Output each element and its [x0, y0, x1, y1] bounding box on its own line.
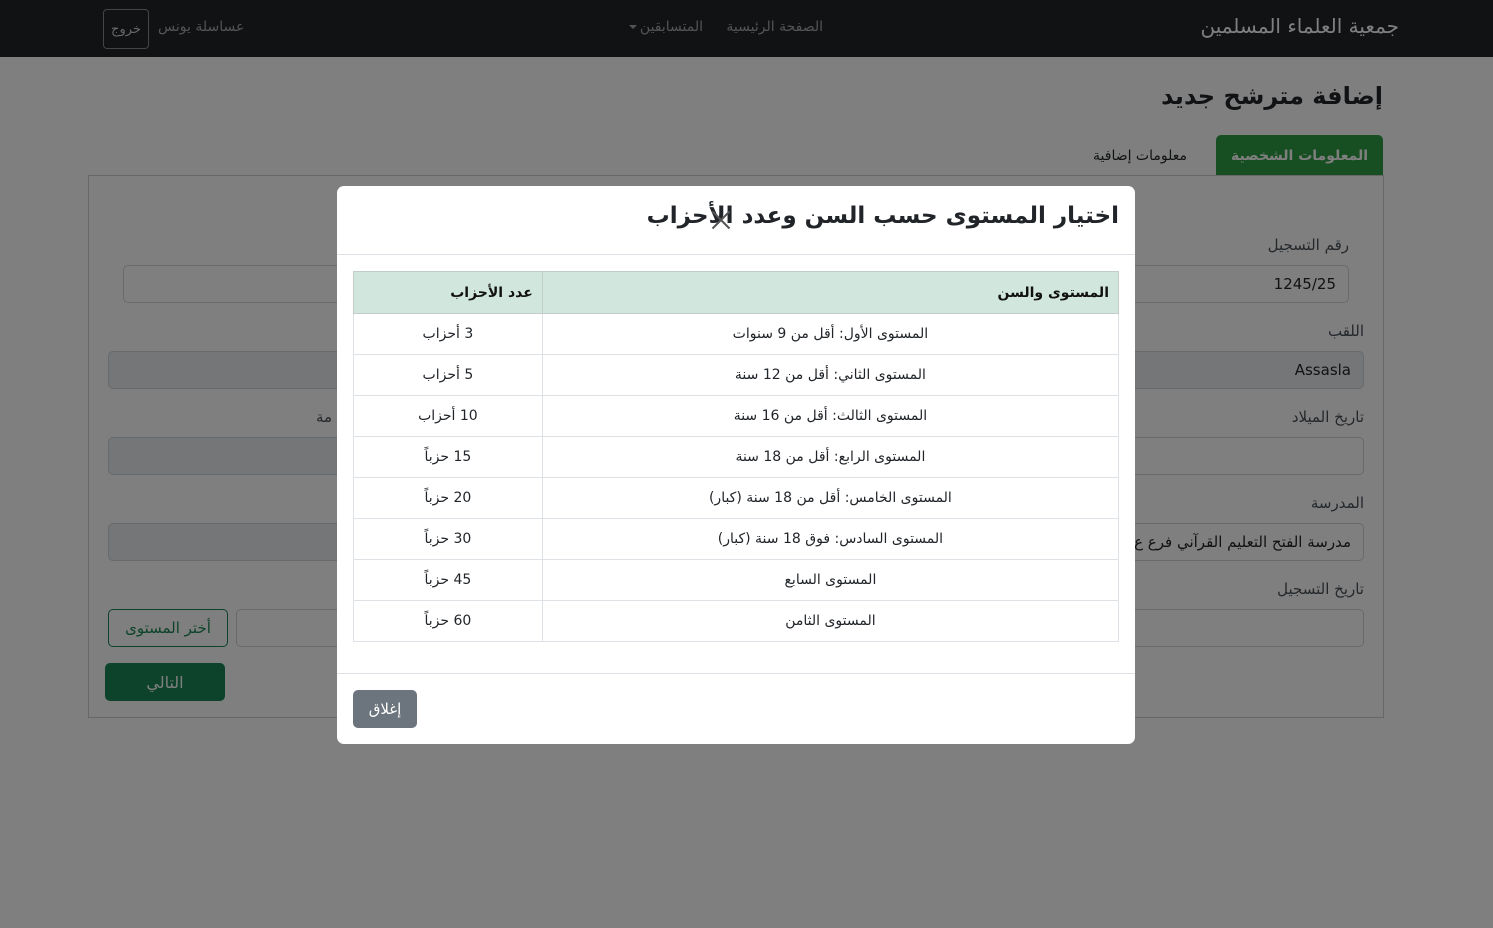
modal-header: اختيار المستوى حسب السن وعدد الأحزاب [337, 186, 1135, 255]
table-row[interactable]: المستوى السادس: فوق 18 سنة (كبار) 30 حزبا… [353, 518, 1120, 560]
table-row[interactable]: المستوى السابع 45 حزباً [353, 559, 1120, 601]
ahzab-cell: 30 حزباً [353, 518, 543, 560]
table-row[interactable]: المستوى الثامن 60 حزباً [353, 600, 1120, 642]
modal-footer: إغلاق [337, 673, 1135, 744]
ahzab-cell: 15 حزباً [353, 436, 543, 478]
table-row[interactable]: المستوى الرابع: أقل من 18 سنة 15 حزباً [353, 436, 1120, 478]
column-header-ahzab: عدد الأحزاب [353, 271, 543, 314]
ahzab-cell: 20 حزباً [353, 477, 543, 519]
level-cell: المستوى الثالث: أقل من 16 سنة [541, 395, 1120, 437]
table-row[interactable]: المستوى الخامس: أقل من 18 سنة (كبار) 20 ح… [353, 477, 1120, 519]
ahzab-cell: 60 حزباً [353, 600, 543, 642]
level-cell: المستوى الثاني: أقل من 12 سنة [541, 354, 1120, 396]
levels-table: المستوى والسن عدد الأحزاب المستوى الأول:… [353, 271, 1120, 642]
table-row[interactable]: المستوى الأول: أقل من 9 سنوات 3 أحزاب [353, 313, 1120, 355]
ahzab-cell: 5 أحزاب [353, 354, 543, 396]
table-header-row: المستوى والسن عدد الأحزاب [353, 271, 1120, 314]
level-cell: المستوى السابع [541, 559, 1120, 601]
level-cell: المستوى السادس: فوق 18 سنة (كبار) [541, 518, 1120, 560]
level-cell: المستوى الخامس: أقل من 18 سنة (كبار) [541, 477, 1120, 519]
table-row[interactable]: المستوى الثالث: أقل من 16 سنة 10 أحزاب [353, 395, 1120, 437]
level-cell: المستوى الثامن [541, 600, 1120, 642]
ahzab-cell: 10 أحزاب [353, 395, 543, 437]
close-x-icon[interactable] [711, 210, 731, 230]
level-selection-modal: اختيار المستوى حسب السن وعدد الأحزاب الم… [337, 186, 1135, 744]
level-cell: المستوى الأول: أقل من 9 سنوات [541, 313, 1120, 355]
modal-close-button[interactable]: إغلاق [353, 690, 417, 728]
ahzab-cell: 45 حزباً [353, 559, 543, 601]
ahzab-cell: 3 أحزاب [353, 313, 543, 355]
table-row[interactable]: المستوى الثاني: أقل من 12 سنة 5 أحزاب [353, 354, 1120, 396]
column-header-level: المستوى والسن [541, 271, 1120, 314]
level-cell: المستوى الرابع: أقل من 18 سنة [541, 436, 1120, 478]
